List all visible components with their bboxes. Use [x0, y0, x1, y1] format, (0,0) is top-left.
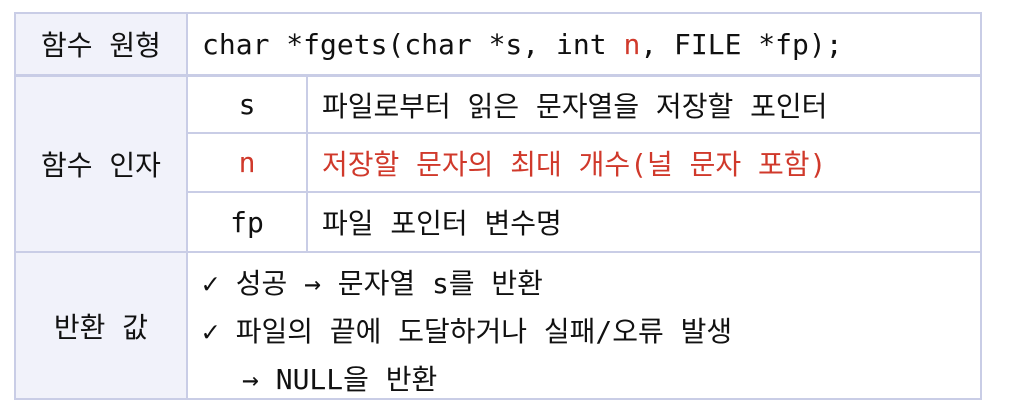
arg-name-s: s: [238, 88, 256, 121]
prototype-code-prefix: char *fgets(char *s, int: [202, 27, 624, 61]
prototype-label: 함수 원형: [16, 14, 186, 74]
arg-desc-fp: 파일 포인터 변수명: [322, 207, 562, 240]
return-line-failure: ✓ 파일의 끝에 도달하거나 실패/오류 발생: [202, 315, 733, 348]
arg-desc-s: 파일로부터 읽은 문자열을 저장할 포인터: [322, 89, 828, 123]
prototype-code: char *fgets(char *s, int n, FILE *fp);: [188, 14, 980, 74]
arg-name-n: n: [238, 146, 256, 179]
arg-name-fp: fp: [230, 205, 264, 239]
arguments-label: 함수 인자: [16, 77, 186, 251]
return-line-null: → NULL을 반환: [242, 363, 438, 396]
return-value-description: ✓ 성공 → 문자열 s를 반환 ✓ 파일의 끝에 도달하거나 실패/오류 발생…: [188, 260, 980, 404]
return-line-success: ✓ 성공 → 문자열 s를 반환: [202, 267, 543, 300]
prototype-code-highlight: n: [623, 27, 641, 61]
return-value-label: 반환 값: [16, 253, 186, 398]
fgets-reference-table: 함수 원형 char *fgets(char *s, int n, FILE *…: [14, 12, 982, 400]
prototype-code-suffix: , FILE *fp);: [640, 27, 843, 61]
arg-desc-n: 저장할 문자의 최대 개수(널 문자 포함): [322, 147, 827, 181]
